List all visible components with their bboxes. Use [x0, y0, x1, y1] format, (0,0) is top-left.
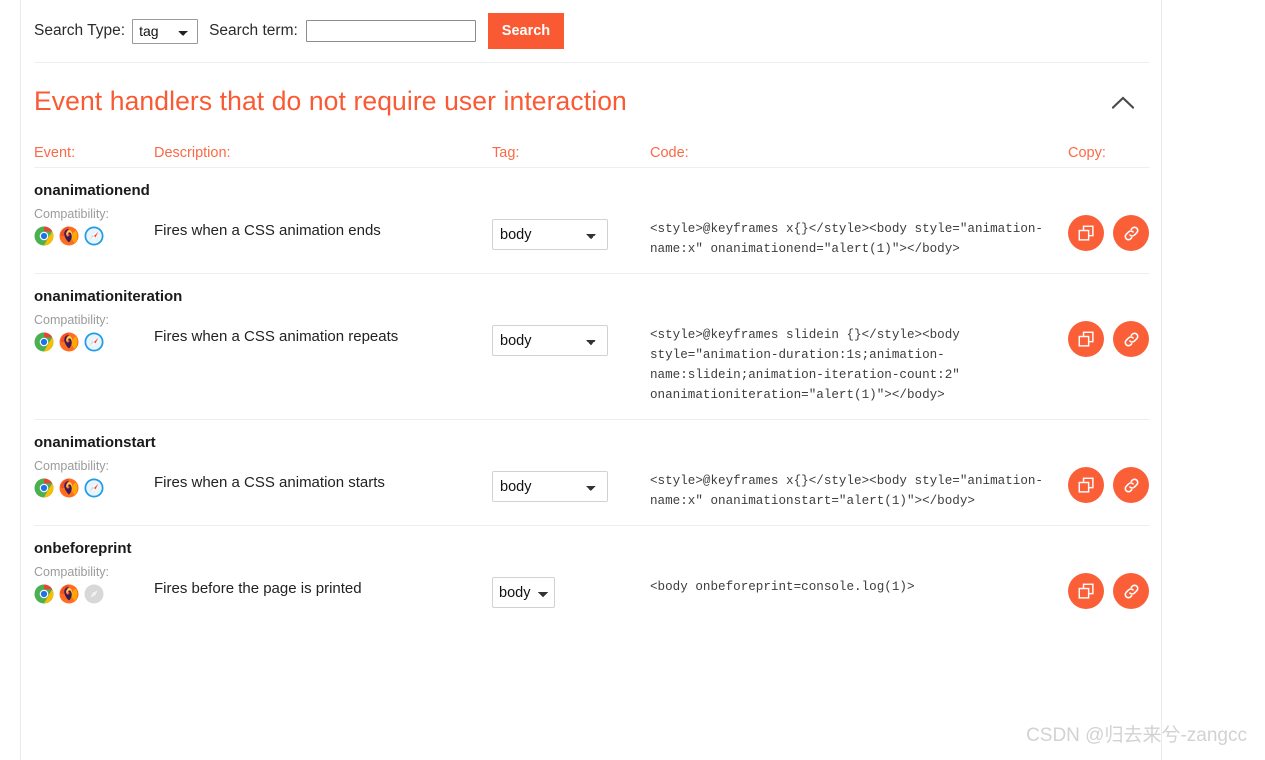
compatibility-cell: Compatibility: [34, 565, 154, 604]
compatibility-label: Compatibility: [34, 459, 110, 473]
page-root: Search Type: tageventdescription Search … [0, 0, 1265, 760]
column-header-event: Event: [34, 145, 76, 161]
tag-cell: body [492, 207, 650, 250]
payload-code: <body onbeforeprint=console.log(1)> [650, 580, 915, 594]
link-icon[interactable] [1113, 467, 1149, 503]
chrome-icon [34, 478, 54, 498]
firefox-icon [59, 478, 79, 498]
payload-code: <style>@keyframes x{}</style><body style… [650, 474, 1043, 508]
safari-icon [84, 226, 104, 246]
search-bar: Search Type: tageventdescription Search … [34, 0, 1149, 63]
table-column-headers: Event: Description: Tag: Code: Copy: [34, 121, 1149, 167]
event-name: onbeforeprint [34, 540, 132, 557]
chrome-icon [34, 226, 54, 246]
row-body: Compatibility: Fires when a CSS animation… [34, 313, 1149, 405]
event-name: onanimationstart [34, 434, 156, 451]
browser-support-icons [34, 226, 154, 246]
row-body: Compatibility: Fires before the page is p… [34, 565, 1149, 609]
column-header-description: Description: [154, 145, 231, 161]
event-description: Fires before the page is printed [154, 580, 362, 597]
search-button[interactable]: Search [487, 13, 565, 49]
copy-icon[interactable] [1068, 321, 1104, 357]
event-description: Fires when a CSS animation repeats [154, 328, 399, 345]
tag-cell: body [492, 565, 650, 608]
table-row: onbeforeprint Compatibility: Fires before … [34, 525, 1149, 623]
search-type-select[interactable]: tageventdescription [132, 18, 199, 44]
tag-select[interactable]: body [492, 219, 608, 250]
compatibility-cell: Compatibility: [34, 313, 154, 352]
event-name: onanimationend [34, 182, 150, 199]
event-description: Fires when a CSS animation ends [154, 222, 381, 239]
payload-code: <style>@keyframes x{}</style><body style… [650, 222, 1043, 256]
search-term-input[interactable] [305, 20, 476, 42]
row-body: Compatibility: Fires when a CSS animation… [34, 459, 1149, 511]
tag-select[interactable]: body [492, 577, 555, 608]
search-type-label: Search Type: [34, 22, 126, 39]
compatibility-label: Compatibility: [34, 565, 110, 579]
event-name: onanimationiteration [34, 288, 183, 305]
browser-support-icons [34, 478, 154, 498]
browser-support-icons [34, 584, 154, 604]
column-header-code: Code: [650, 145, 689, 161]
search-term-label: Search term: [209, 22, 298, 39]
content-panel: Search Type: tageventdescription Search … [20, 0, 1162, 760]
column-header-tag: Tag: [492, 145, 520, 161]
safari-icon [84, 478, 104, 498]
table-row: onanimationend Compatibility: Fires when a… [34, 167, 1149, 273]
copy-icon[interactable] [1068, 573, 1104, 609]
tag-cell: body [492, 459, 650, 502]
chrome-icon [34, 332, 54, 352]
firefox-icon [59, 584, 79, 604]
compatibility-cell: Compatibility: [34, 459, 154, 498]
copy-icon[interactable] [1068, 215, 1104, 251]
firefox-icon [59, 226, 79, 246]
safari-icon [84, 332, 104, 352]
copy-actions [1068, 565, 1158, 609]
table-row: onanimationstart Compatibility: Fires when… [34, 419, 1149, 525]
copy-actions [1068, 459, 1158, 503]
tag-select[interactable]: body [492, 471, 608, 502]
table-row: onanimationiteration Compatibility: Fires … [34, 273, 1149, 419]
compatibility-label: Compatibility: [34, 313, 110, 327]
copy-actions [1068, 207, 1158, 251]
chrome-icon [34, 584, 54, 604]
row-body: Compatibility: Fires when a CSS animation… [34, 207, 1149, 259]
chevron-up-icon[interactable] [1106, 87, 1140, 117]
compatibility-label: Compatibility: [34, 207, 110, 221]
copy-actions [1068, 313, 1158, 357]
section-title: Event handlers that do not require user … [34, 86, 627, 116]
section-header: Event handlers that do not require user … [34, 63, 1149, 121]
event-description: Fires when a CSS animation starts [154, 474, 385, 491]
link-icon[interactable] [1113, 215, 1149, 251]
compatibility-cell: Compatibility: [34, 207, 154, 246]
safari-icon [84, 584, 104, 604]
payload-code: <style>@keyframes slidein {}</style><bod… [650, 328, 968, 402]
tag-cell: body [492, 313, 650, 356]
tag-select[interactable]: body [492, 325, 608, 356]
copy-icon[interactable] [1068, 467, 1104, 503]
browser-support-icons [34, 332, 154, 352]
column-header-copy: Copy: [1068, 145, 1106, 161]
link-icon[interactable] [1113, 321, 1149, 357]
firefox-icon [59, 332, 79, 352]
event-handler-table: onanimationend Compatibility: Fires when a… [34, 167, 1149, 623]
link-icon[interactable] [1113, 573, 1149, 609]
